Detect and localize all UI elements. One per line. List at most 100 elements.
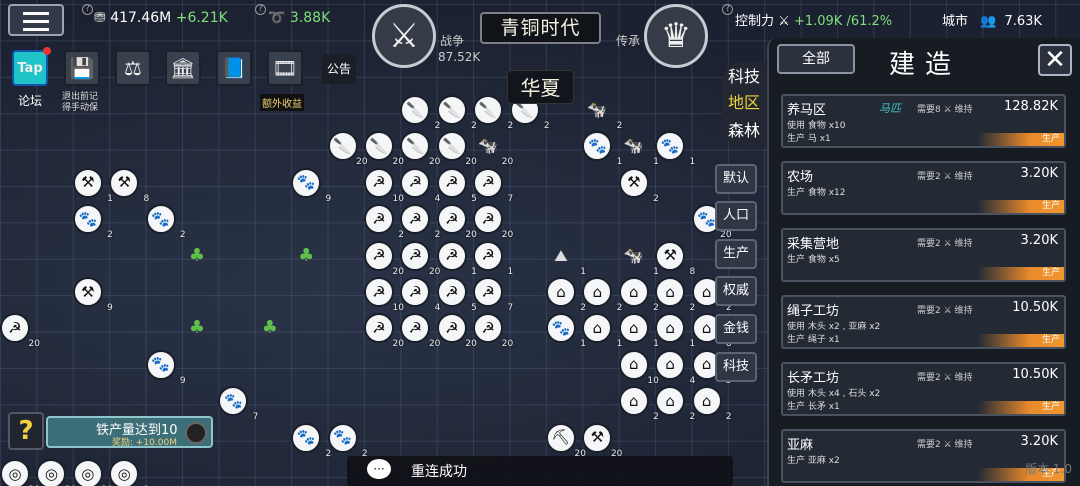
map-tile[interactable]: ◎1 xyxy=(109,459,149,486)
map-tile[interactable]: 🐄 20 xyxy=(473,131,513,168)
map-tile[interactable]: 🔪 2 xyxy=(436,95,477,131)
produce-button[interactable]: 生产 xyxy=(978,200,1064,213)
map-tile[interactable]: ☭ 20 xyxy=(473,204,513,240)
video-button[interactable]: 🎞 xyxy=(267,50,303,86)
tab-population[interactable]: 人口 xyxy=(715,201,757,231)
tap-button[interactable]: Tap xyxy=(12,50,48,86)
tab-default[interactable]: 默认 xyxy=(715,164,757,194)
map-tile[interactable]: ☭ 7 xyxy=(473,167,513,204)
map-tile[interactable]: ◎20 xyxy=(72,459,113,486)
map-tile[interactable]: ⚒ 20 xyxy=(582,422,622,459)
map-tile[interactable]: ⌂ 2 xyxy=(618,386,659,422)
building-card[interactable]: 采集营地 需要2 ⚔ 维持 3.20K 生产 食物 x5 生产 xyxy=(781,228,1066,282)
map-tile[interactable]: 🐄 1 xyxy=(619,131,659,168)
map-tile[interactable]: ☭ 20 xyxy=(436,313,477,349)
map-tile[interactable]: 🔪 20 xyxy=(327,131,368,167)
help-badge-energy[interactable]: ? xyxy=(255,4,266,15)
map-tile[interactable]: ⚒ 8 xyxy=(655,240,695,277)
map-tile[interactable]: ☭ 4 xyxy=(400,277,440,313)
help-badge-money[interactable]: ? xyxy=(82,4,93,15)
map-tile[interactable]: ⌂ 2 xyxy=(655,277,695,313)
map-tile[interactable]: ☭ 20 xyxy=(400,313,440,349)
tab-money[interactable]: 金钱 xyxy=(715,314,757,344)
book-button[interactable]: 📘 xyxy=(216,50,252,86)
quest-banner[interactable]: 铁产量达到10 奖励: +10.00M xyxy=(46,416,213,448)
produce-button[interactable]: 生产 xyxy=(978,401,1064,414)
map-tile[interactable]: ☭ 20 xyxy=(436,204,477,240)
map-tile[interactable]: ☭ 5 xyxy=(436,277,477,313)
map-tile[interactable]: ⌂ 2 xyxy=(582,277,622,313)
map-tile[interactable]: ☭ 7 xyxy=(473,277,513,313)
map-tile[interactable]: 🐾 2 xyxy=(145,204,186,240)
map-tile[interactable]: ♣ xyxy=(291,241,321,271)
map-tile[interactable]: ☭ 10 xyxy=(364,277,404,313)
map-tile[interactable]: 🔪 20 xyxy=(400,131,440,167)
help-badge-control[interactable]: ? xyxy=(722,4,733,15)
notice-button[interactable]: 公告 xyxy=(322,54,356,84)
help-button[interactable]: ? xyxy=(8,412,44,450)
extra-income-label[interactable]: 额外收益 xyxy=(260,94,304,111)
produce-button[interactable]: 生产 xyxy=(978,334,1064,347)
map-tile[interactable]: 🐾 9 xyxy=(145,349,186,386)
map-tile[interactable]: ☭ 20 xyxy=(400,240,440,277)
scales-button[interactable]: ⚖ xyxy=(115,50,151,86)
map-tile[interactable]: 🐄 1 xyxy=(619,241,659,277)
map-tile[interactable]: 🐄 2 xyxy=(582,95,622,132)
building-card[interactable]: 绳子工坊 需要2 ⚔ 维持 10.50K 使用 木头 x2 , 亚麻 x2 生产 绳子 … xyxy=(781,295,1066,349)
side-forest-button[interactable]: 森林 xyxy=(722,116,766,146)
side-region-button[interactable]: 地区 xyxy=(722,88,766,118)
map-tile[interactable]: ☭ 20 xyxy=(473,313,513,349)
map-tile[interactable]: ⚒ 2 xyxy=(618,167,659,204)
map-tile[interactable]: ☭ 2 xyxy=(364,204,404,240)
building-card[interactable]: 亚麻 需要2 ⚔ 维持 3.20K 生产 亚麻 x2 生产 xyxy=(781,429,1066,483)
map-tile[interactable]: 🐾 1 xyxy=(655,131,695,167)
building-card[interactable]: 长矛工坊 需要2 ⚔ 维持 10.50K 使用 木头 x4 , 石头 x2 生产 长矛 … xyxy=(781,362,1066,416)
tab-authority[interactable]: 权威 xyxy=(715,276,757,306)
produce-button[interactable]: 生产 xyxy=(978,133,1064,146)
map-tile[interactable]: 🔪 20 xyxy=(436,131,477,167)
map-tile[interactable]: 🔪 2 xyxy=(400,95,440,131)
building-card[interactable]: 养马区 马匹 需要8 ⚔ 维持 128.82K 使用 食物 x10 生产 马 x1 生产 xyxy=(781,94,1066,148)
map-tile[interactable]: ◎20 xyxy=(36,459,76,486)
map-tile[interactable]: ☭ 20 xyxy=(0,313,40,349)
map-tile[interactable]: ♣ xyxy=(182,313,212,343)
map-tile[interactable]: 🐾 2 xyxy=(327,422,368,459)
map-tile[interactable]: ⌂ 2 xyxy=(655,386,695,422)
map-tile[interactable]: 🔪 2 xyxy=(473,95,513,131)
map-tile[interactable]: 🐾 1 xyxy=(546,313,586,349)
menu-button[interactable] xyxy=(8,4,64,36)
all-filter-button[interactable]: 全部 xyxy=(777,44,855,74)
map-tile[interactable]: ♣ xyxy=(255,313,285,343)
map-tile[interactable]: ⌂ 2 xyxy=(691,386,732,422)
map-tile[interactable]: ☭ 1 xyxy=(473,240,513,277)
map-tile[interactable]: ♣ xyxy=(182,241,212,271)
legacy-button[interactable]: ♛ xyxy=(644,4,708,68)
map-tile[interactable]: ⌂ 1 xyxy=(582,313,622,349)
map-tile[interactable]: ⌂ 2 xyxy=(618,277,659,313)
map-tile[interactable]: ⚒ 8 xyxy=(109,167,149,204)
map-tile[interactable]: ⛏ 20 xyxy=(546,422,586,459)
map-tile[interactable]: ◎20 xyxy=(0,459,40,486)
map-tile[interactable]: ⚒ 1 xyxy=(72,167,113,204)
map-tile[interactable]: 🐾 2 xyxy=(72,204,113,240)
map-tile[interactable]: ⌂ 4 xyxy=(655,349,695,386)
close-button[interactable]: ✕ xyxy=(1038,44,1072,76)
map-tile[interactable]: ⌂ 1 xyxy=(655,313,695,349)
map-tile[interactable]: 🐾 9 xyxy=(291,167,331,204)
map-tile[interactable]: 🐾 2 xyxy=(291,422,331,459)
war-button[interactable]: ⚔ xyxy=(372,4,436,68)
map-tile[interactable]: ⚒ 9 xyxy=(72,277,113,313)
map-tile[interactable]: 🔪 20 xyxy=(364,131,404,167)
map-tile[interactable]: ☭ 1 xyxy=(436,240,477,277)
map-tile[interactable]: 🐾 1 xyxy=(582,131,622,167)
map-tile[interactable]: ☭ 10 xyxy=(364,167,404,204)
map-tile[interactable]: ⌂ 2 xyxy=(546,277,586,313)
produce-button[interactable]: 生产 xyxy=(978,267,1064,280)
map-tile[interactable]: ☭ 2 xyxy=(400,204,440,240)
map-tile[interactable]: ⌂ 10 xyxy=(618,349,659,386)
map-tile[interactable]: 🐾 7 xyxy=(218,386,258,422)
map-tile[interactable]: ☭ 20 xyxy=(364,240,404,277)
building-card[interactable]: 农场 需要2 ⚔ 维持 3.20K 生产 食物 x12 生产 xyxy=(781,161,1066,215)
tab-production[interactable]: 生产 xyxy=(715,239,757,269)
map-tile[interactable]: ⌂ 1 xyxy=(618,313,659,349)
